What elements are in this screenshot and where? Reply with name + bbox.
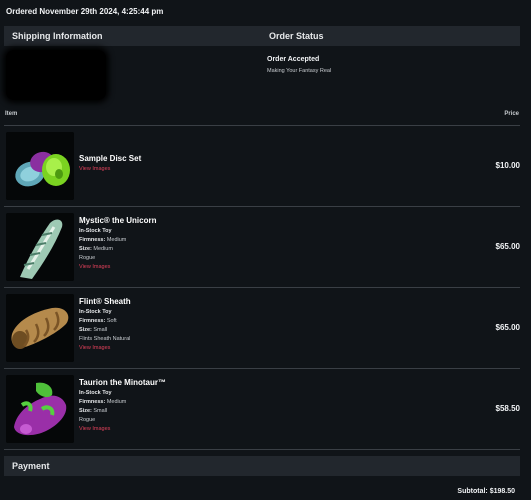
table-row: Taurion the Minotaur™ In-Stock Toy Firmn…: [4, 369, 520, 449]
redacted-address: [6, 50, 106, 100]
table-row: Mystic® the Unicorn In-Stock Toy Firmnes…: [4, 207, 520, 287]
payment-title: Payment: [12, 461, 50, 471]
table-row: Flint® Sheath In-Stock Toy Firmness: Sof…: [4, 288, 520, 368]
size-label: Size:: [79, 327, 92, 333]
disc-set-image[interactable]: [6, 132, 74, 200]
item-type: In-Stock Toy: [79, 228, 112, 234]
view-images-link[interactable]: View Images: [79, 263, 156, 272]
order-date: Ordered November 29th 2024, 4:25:44 pm: [6, 7, 164, 16]
firmness-label: Firmness:: [79, 237, 106, 243]
view-images-link[interactable]: View Images: [79, 165, 141, 174]
price-column-header: Price: [504, 111, 519, 117]
item-name: Mystic® the Unicorn: [79, 216, 157, 225]
view-images-link[interactable]: View Images: [79, 425, 166, 434]
firmness-value: Medium: [106, 399, 127, 405]
item-price: $65.00: [495, 323, 520, 332]
item-name: Sample Disc Set: [79, 154, 142, 163]
item-color: Rogue: [79, 417, 96, 423]
size-value: Small: [93, 327, 108, 333]
payment-header: Payment: [4, 456, 520, 476]
item-color: Flints Sheath Natural: [79, 336, 131, 342]
item-column-header: Item: [5, 111, 18, 117]
order-status-value: Order Accepted: [267, 56, 320, 63]
firmness-label: Firmness:: [79, 399, 106, 405]
item-info: Sample Disc Set View Images: [79, 153, 141, 174]
item-info: Mystic® the Unicorn In-Stock Toy Firmnes…: [79, 215, 156, 272]
size-value: Small: [93, 408, 108, 414]
item-info: Taurion the Minotaur™ In-Stock Toy Firmn…: [79, 377, 166, 434]
item-type: In-Stock Toy: [79, 309, 112, 315]
order-status-subtitle: Making Your Fantasy Real: [267, 68, 332, 74]
size-label: Size:: [79, 408, 92, 414]
item-price: $65.00: [495, 242, 520, 251]
item-name: Taurion the Minotaur™: [79, 378, 166, 387]
sheath-toy-image[interactable]: [6, 294, 74, 362]
table-row: Sample Disc Set View Images $10.00: [4, 126, 520, 206]
item-info: Flint® Sheath In-Stock Toy Firmness: Sof…: [79, 296, 131, 353]
order-status-title: Order Status: [269, 31, 324, 41]
minotaur-toy-image[interactable]: [6, 375, 74, 443]
firmness-value: Medium: [106, 237, 127, 243]
item-price: $58.50: [495, 404, 520, 413]
firmness-value: Soft: [106, 318, 117, 324]
firmness-label: Firmness:: [79, 318, 106, 324]
size-value: Medium: [93, 246, 113, 252]
item-color: Rogue: [79, 255, 96, 261]
item-price: $10.00: [495, 161, 520, 170]
shipping-info-title: Shipping Information: [12, 31, 103, 41]
view-images-link[interactable]: View Images: [79, 344, 131, 353]
unicorn-toy-image[interactable]: [6, 213, 74, 281]
shipping-status-header: Shipping Information Order Status: [4, 26, 520, 46]
subtotal: Subtotal: $198.50: [457, 488, 515, 495]
item-name: Flint® Sheath: [79, 297, 131, 306]
item-type: In-Stock Toy: [79, 390, 112, 396]
divider: [4, 449, 520, 450]
size-label: Size:: [79, 246, 92, 252]
